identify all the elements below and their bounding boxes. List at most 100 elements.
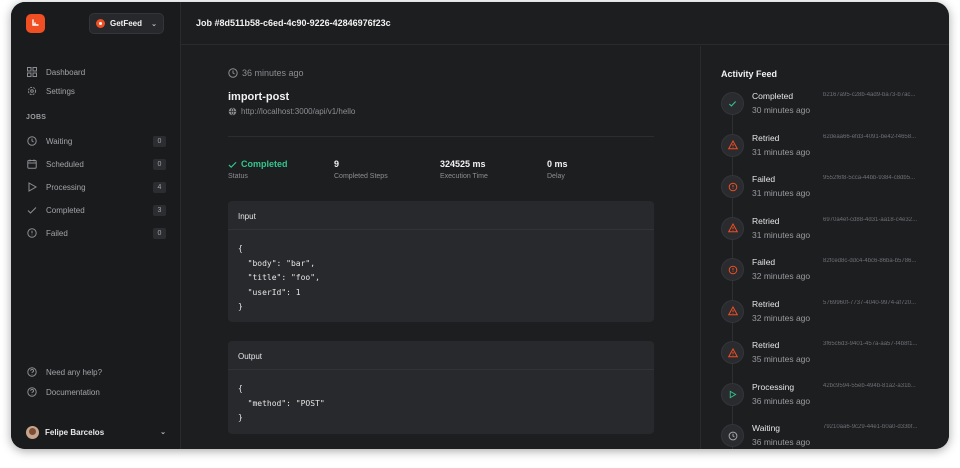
feed-item-id: 9552f6f8-5cca-44bb-9384-c8db5... — [823, 175, 916, 181]
output-json: { "method": "POST" } — [238, 384, 325, 422]
feed-item[interactable]: Retried 31 minutes ago 6970a4ef-cd88-4d31-… — [721, 216, 941, 246]
grid-icon — [26, 67, 37, 78]
project-switcher[interactable]: GetFeed ⌄ — [89, 13, 164, 34]
output-panel: Output { "method": "POST" } — [228, 341, 654, 434]
stat-completed-steps: 9 Completed Steps — [334, 159, 388, 180]
stat-execution-time: 324525 ms Execution Time — [440, 159, 488, 180]
sidebar-item-failed[interactable]: Failed 0 — [26, 225, 166, 241]
chevron-down-icon: ⌄ — [160, 429, 166, 436]
count-badge: 0 — [153, 135, 166, 147]
feed-item-status: Retried — [752, 340, 780, 350]
sidebar-item-label: Completed — [46, 205, 85, 215]
feed-item-time: 36 minutes ago — [752, 437, 811, 447]
job-time: 36 minutes ago — [228, 68, 304, 78]
sidebar-item-scheduled[interactable]: Scheduled 0 — [26, 156, 166, 172]
job-url-text[interactable]: http://localhost:3000/api/v1/hello — [241, 107, 355, 116]
app-window: GetFeed ⌄ Dashboard Settings JOBS Waitin… — [11, 2, 949, 449]
avatar — [26, 425, 39, 439]
feed-item-status: Processing — [752, 381, 795, 392]
stat-label: Execution Time — [440, 173, 488, 180]
input-json: { "body": "bar", "title": "foo", "userId… — [238, 244, 320, 311]
panel-title: Input — [228, 201, 654, 230]
count-badge: 0 — [153, 158, 166, 170]
stat-label: Completed Steps — [334, 173, 388, 180]
clock-icon — [26, 136, 37, 147]
stat-value: 0 ms — [547, 159, 568, 169]
feed-item-id: 79210aa6-9c29-44e1-b0a0-d33bf... — [823, 424, 918, 430]
count-badge: 3 — [153, 204, 166, 216]
feed-item-time: 35 minutes ago — [752, 354, 811, 364]
count-badge: 4 — [153, 181, 166, 193]
sidebar-item-label: Scheduled — [46, 159, 84, 169]
feed-item[interactable]: Failed 32 minutes ago 82fced8c-ddc4-4bc6-8… — [721, 257, 941, 287]
feed-item-status: Retried — [752, 215, 780, 226]
feed-item[interactable]: Completed 30 minutes ago b2167a95-c28b-4ad… — [721, 91, 941, 121]
sidebar: GetFeed ⌄ Dashboard Settings JOBS Waitin… — [11, 2, 181, 449]
feed-item[interactable]: Waiting 36 minutes ago 79210aa6-9c29-44e1-… — [721, 423, 941, 449]
feed-item-id: 3f65c6d3-9401-457a-aa57-f4b8f1... — [823, 341, 918, 347]
stat-delay: 0 ms Delay — [547, 159, 568, 180]
play-icon — [721, 382, 744, 406]
feed-item-time: 32 minutes ago — [752, 271, 811, 281]
count-badge: 0 — [153, 227, 166, 239]
globe-icon — [228, 107, 237, 116]
stat-status: Completed Status — [228, 159, 288, 180]
app-logo[interactable] — [26, 14, 45, 33]
feed-item-time: 32 minutes ago — [752, 312, 811, 323]
calendar-icon — [26, 159, 37, 170]
help-icon — [26, 387, 37, 398]
sidebar-item-label: Waiting — [46, 136, 73, 146]
sidebar-item-dashboard[interactable]: Dashboard — [26, 64, 166, 80]
user-menu[interactable]: Felipe Barcelos ⌄ — [26, 424, 166, 440]
feed-item-id: 62deaa66-efd3-4091-be42-f4658... — [823, 133, 917, 140]
feed-item[interactable]: Retried 32 minutes ago 5769960f-7737-4040-… — [721, 299, 941, 329]
feed-item-id: 82fced8c-ddc4-4bc6-86ba-b5786... — [823, 258, 917, 264]
sidebar-item-waiting[interactable]: Waiting 0 — [26, 133, 166, 149]
sidebar-item-processing[interactable]: Processing 4 — [26, 179, 166, 195]
warning-icon — [721, 299, 744, 323]
feed-item[interactable]: Retried 35 minutes ago 3f65c6d3-9401-457a-… — [721, 340, 941, 370]
sidebar-item-label: Documentation — [46, 387, 100, 397]
feed-item[interactable]: Failed 31 minutes ago 9552f6f8-5cca-44bb-9… — [721, 174, 941, 204]
feed-item[interactable]: Retried 31 minutes ago 62deaa66-efd3-4091-… — [721, 133, 941, 163]
stat-value: Completed — [228, 159, 288, 169]
stat-value: 9 — [334, 159, 340, 169]
status-text: Completed — [241, 159, 288, 169]
sidebar-item-label: Processing — [46, 182, 86, 192]
check-icon — [26, 205, 37, 216]
alert-circle-icon — [26, 228, 37, 239]
alert-circle-icon — [721, 175, 744, 198]
warning-icon — [721, 341, 744, 364]
feed-item-id: 6970a4ef-cd88-4d31-aa18-c4e32... — [823, 216, 918, 223]
divider — [228, 136, 654, 137]
help-icon — [26, 367, 37, 378]
feed-item-status: Retried — [752, 132, 780, 143]
page-header: Job #8d511b58-c6ed-4c90-9226-42846976f23… — [181, 2, 949, 45]
play-icon — [26, 182, 37, 193]
sidebar-item-help[interactable]: Need any help? — [26, 364, 166, 380]
activity-feed: Activity Feed Completed 30 minutes ago b21… — [700, 46, 949, 449]
alert-circle-icon — [721, 258, 744, 281]
logo-icon — [32, 19, 39, 26]
check-icon — [228, 160, 237, 169]
input-panel: Input { "body": "bar", "title": "foo", "… — [228, 201, 654, 322]
feed-item-time: 31 minutes ago — [752, 188, 811, 198]
project-icon — [96, 19, 105, 28]
feed-item[interactable]: Processing 36 minutes ago 42bc9594-55eb-49… — [721, 382, 941, 412]
project-name: GetFeed — [110, 19, 143, 28]
sidebar-item-label: Need any help? — [46, 367, 103, 377]
gear-icon — [26, 86, 37, 97]
chevron-down-icon: ⌄ — [151, 20, 157, 28]
sidebar-item-settings[interactable]: Settings — [26, 83, 166, 99]
feed-item-status: Waiting — [752, 423, 781, 433]
sidebar-item-completed[interactable]: Completed 3 — [26, 202, 166, 218]
job-details: 36 minutes ago import-post http://localh… — [181, 46, 700, 449]
sidebar-item-documentation[interactable]: Documentation — [26, 384, 166, 400]
feed-item-id: 42bc9594-55eb-494b-81a2-a31b... — [823, 382, 916, 389]
clock-icon — [228, 68, 238, 78]
feed-item-id: b2167a95-c28b-4ad9-ba73-b7ac... — [823, 92, 916, 98]
sidebar-item-label: Dashboard — [46, 67, 86, 77]
user-name: Felipe Barcelos — [45, 427, 105, 437]
feed-title: Activity Feed — [721, 69, 778, 79]
sidebar-item-label: Settings — [46, 86, 75, 96]
